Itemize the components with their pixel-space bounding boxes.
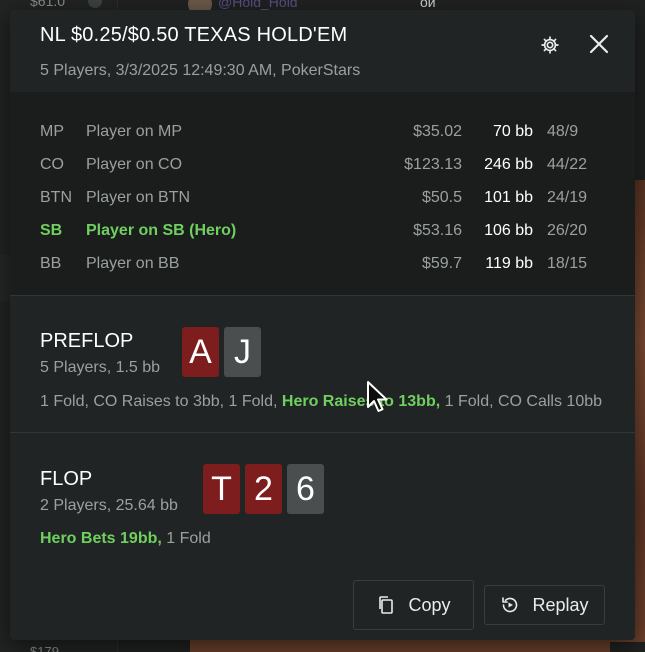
flop-section: FLOP 2 Players, 25.64 bb T 2 6 Hero Bets… [10,434,635,574]
player-row: BTN Player on BTN $50.5 101 bb 24/19 [10,189,635,213]
gear-icon [541,36,559,54]
player-stats: 18/15 [547,255,588,272]
player-name: Player on MP [86,123,183,140]
player-name: Player on SB (Hero) [86,222,237,239]
player-stack-bb: 70 bb [492,123,533,140]
replay-button[interactable]: Replay [484,585,605,625]
background-status-dot [88,0,102,8]
action-text: 1 Fold, CO Calls 10bb [440,393,603,410]
hero-player-row: SB Player on SB (Hero) $53.16 106 bb 26/… [10,222,635,246]
player-stack: $59.7 [421,255,462,272]
replay-label: Replay [532,594,589,615]
player-stack: $123.13 [404,156,462,173]
street-summary: 5 Players, 1.5 bb [40,359,161,376]
player-stack-bb: 246 bb [484,156,533,173]
action-text: 1 Fold, CO Raises to 3bb, 1 Fold, [40,393,282,410]
player-row: MP Player on MP $35.02 70 bb 48/9 [10,123,635,147]
street-actions: Hero Bets 19bb, 1 Fold [40,530,211,548]
street-name: FLOP [40,468,93,490]
player-stack-bb: 101 bb [484,189,533,206]
player-stack: $35.02 [413,123,462,140]
player-position: CO [40,156,64,173]
board-card: 6 [287,464,324,514]
preflop-section: PREFLOP 5 Players, 1.5 bb A J 1 Fold, CO… [10,297,635,433]
player-row: BB Player on BB $59.7 119 bb 18/15 [10,255,635,279]
hole-card: J [224,327,261,377]
board-card: T [203,464,240,514]
player-position: BTN [40,189,72,206]
player-stack: $53.16 [413,222,462,239]
background-handle: @Hold_Hold [218,0,298,10]
close-icon [589,34,609,54]
mouse-cursor-icon [367,381,388,412]
close-button[interactable] [585,30,613,58]
player-row: CO Player on CO $123.13 246 bb 44/22 [10,156,635,180]
board-card: 2 [245,464,282,514]
background-text: ой [420,0,436,10]
player-position: MP [40,123,64,140]
modal-header: NL $0.25/$0.50 TEXAS HOLD'EM 5 Players, … [10,10,635,92]
player-stack-bb: 119 bb [485,255,533,272]
street-summary: 2 Players, 25.64 bb [40,497,178,514]
street-actions: 1 Fold, CO Raises to 3bb, 1 Fold, Hero R… [40,393,602,411]
player-name: Player on BTN [86,189,191,206]
player-name: Player on BB [86,255,180,272]
replay-icon [502,597,518,613]
players-table: MP Player on MP $35.02 70 bb 48/9 CO Pla… [10,92,635,296]
background-sidebar-value: $61.0 [30,0,66,9]
hole-card: A [182,327,219,377]
modal-subtitle: 5 Players, 3/3/2025 12:49:30 AM, PokerSt… [40,62,361,79]
player-stats: 44/22 [547,156,588,173]
settings-button[interactable] [536,31,564,59]
copy-label: Copy [408,594,451,615]
action-text: 1 Fold [161,530,211,547]
player-position: BB [40,255,62,272]
street-name: PREFLOP [40,330,134,352]
copy-button[interactable]: Copy [353,580,474,630]
background-image-strip [190,640,610,652]
hand-history-modal: NL $0.25/$0.50 TEXAS HOLD'EM 5 Players, … [10,10,635,640]
player-stack-bb: 106 bb [484,222,533,239]
player-stack: $50.5 [421,189,462,206]
hero-action: Hero Raises to 13bb, [281,393,441,410]
player-position: SB [40,222,63,239]
background-sidebar-bottom-value: $179 [30,644,59,652]
player-stats: 24/19 [547,189,588,206]
hero-action: Hero Bets 19bb, [40,530,162,547]
player-stats: 26/20 [547,222,588,239]
player-name: Player on CO [86,156,183,173]
modal-title: NL $0.25/$0.50 TEXAS HOLD'EM [40,24,348,46]
player-stats: 48/9 [547,123,579,140]
copy-icon [379,596,394,614]
